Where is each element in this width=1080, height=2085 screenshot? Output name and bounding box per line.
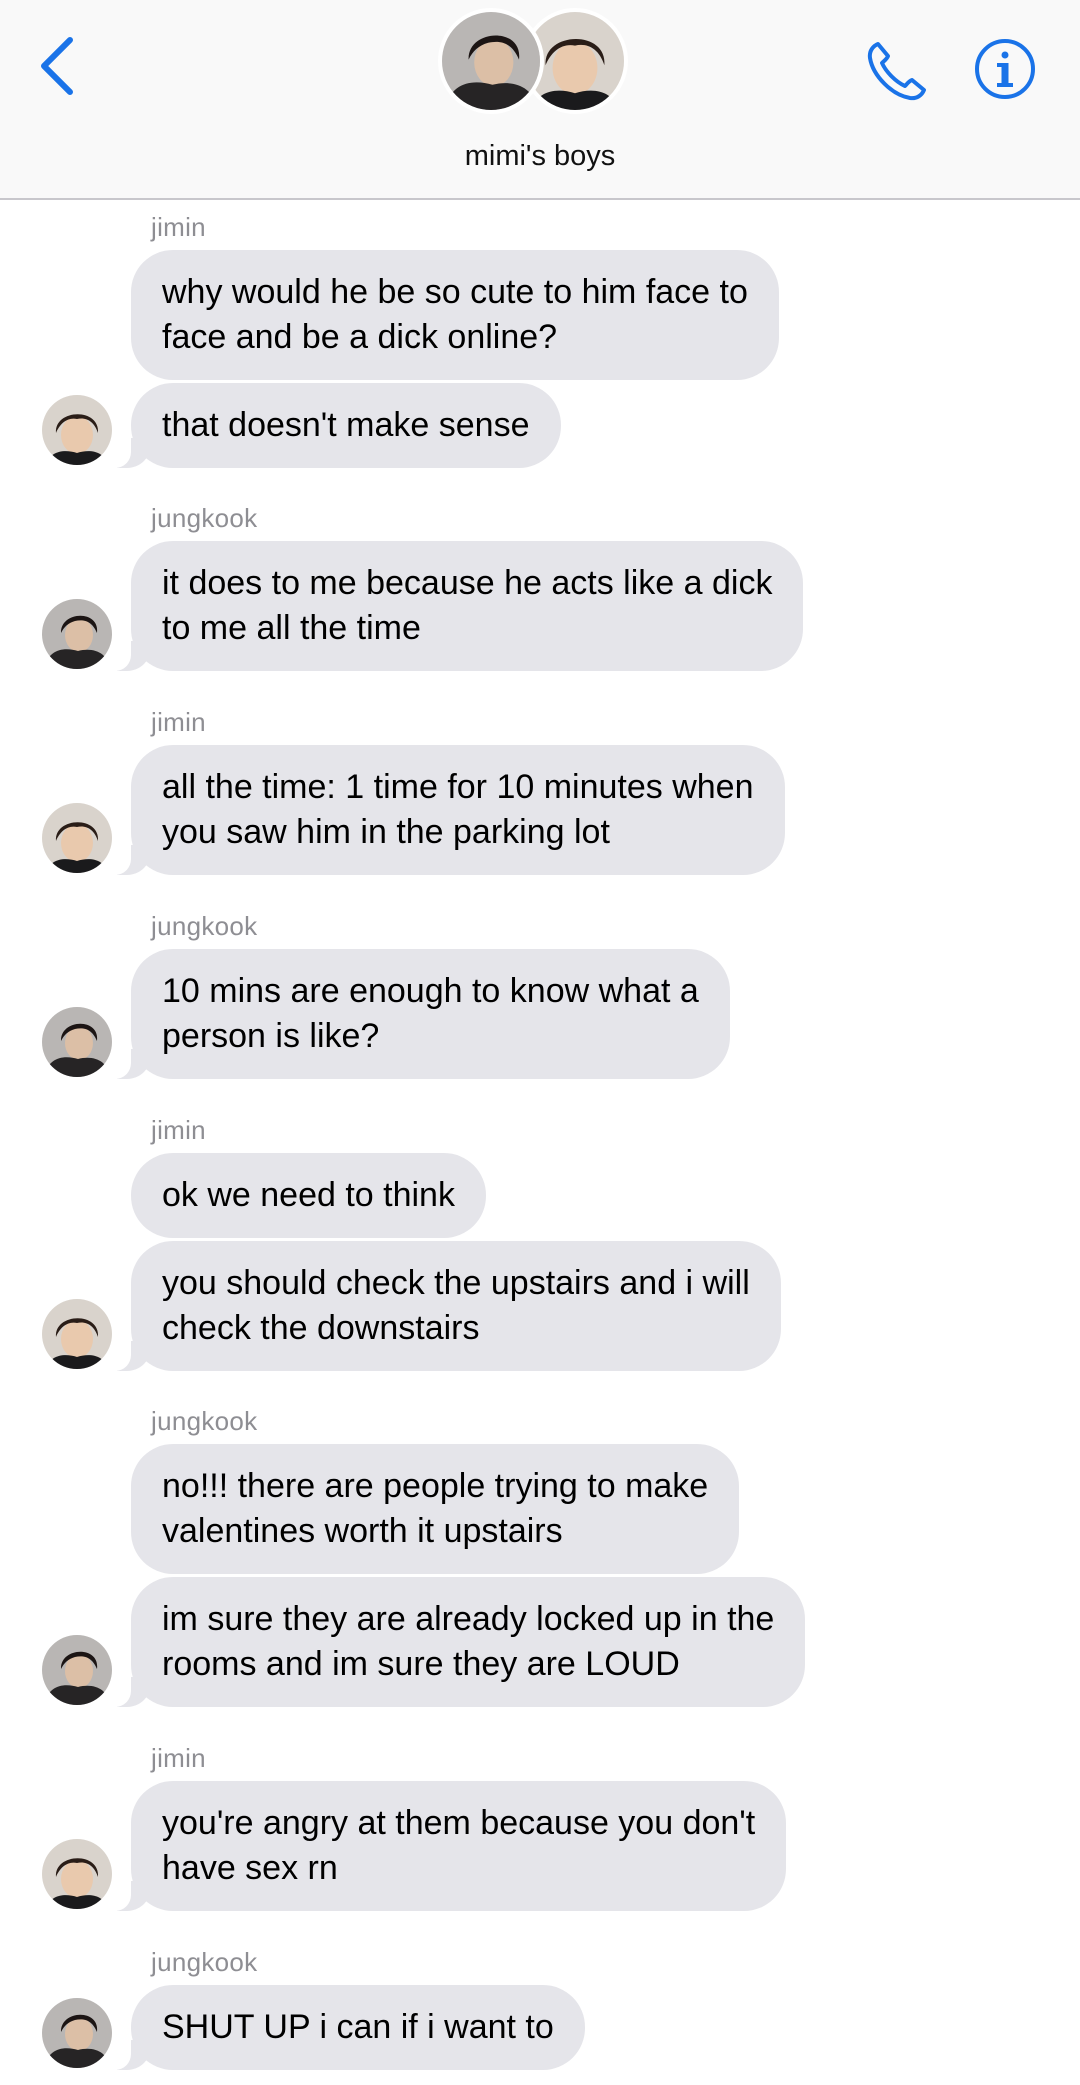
phone-icon [867, 42, 926, 101]
avatar-jungkook [42, 1998, 112, 2068]
avatar-jungkook [42, 1635, 112, 1705]
message-bubble[interactable]: all the time: 1 time for 10 minutes when… [107, 745, 785, 875]
chevron-left-icon [41, 37, 73, 95]
sender-name: jimin [151, 212, 206, 242]
back-button[interactable] [34, 34, 84, 98]
message-bubble[interactable]: you're angry at them because you don't h… [106, 1781, 787, 1911]
sender-name: jimin [151, 707, 206, 737]
avatar-jimin [42, 1299, 112, 1369]
info-icon [975, 39, 1035, 99]
message-bubble[interactable]: 10 mins are enough to know what a person… [107, 949, 730, 1079]
sender-name: jimin [151, 1743, 206, 1773]
message-bubble[interactable]: you should check the upstairs and i will… [107, 1241, 781, 1371]
avatar-jimin [42, 395, 112, 465]
info-button[interactable] [974, 38, 1036, 100]
avatar-jimin [42, 803, 112, 873]
avatar-jungkook [42, 1007, 112, 1077]
chat-header: mimi's boys [0, 0, 1080, 200]
message-bubble[interactable]: im sure they are already locked up in th… [106, 1577, 806, 1707]
group-avatar[interactable] [438, 4, 638, 120]
message-bubble[interactable]: no!!! there are people trying to make va… [131, 1444, 740, 1574]
sender-name: jimin [151, 1115, 206, 1145]
sender-name: jungkook [151, 911, 258, 941]
sender-name: jungkook [151, 503, 258, 533]
message-bubble[interactable]: why would he be so cute to him face to f… [131, 250, 779, 380]
message-bubble[interactable]: SHUT UP i can if i want to [107, 1985, 585, 2070]
group-name[interactable]: mimi's boys [0, 140, 1080, 173]
sender-name: jungkook [151, 1406, 258, 1436]
member-avatar-jungkook [438, 8, 544, 114]
avatar-jimin [42, 1839, 112, 1909]
message-bubble[interactable]: that doesn't make sense [107, 383, 561, 468]
avatar-jungkook [42, 599, 112, 669]
message-bubble[interactable]: ok we need to think [131, 1153, 486, 1238]
call-button[interactable] [862, 36, 932, 106]
message-bubble[interactable]: it does to me because he acts like a dic… [106, 541, 804, 671]
sender-name: jungkook [151, 1947, 258, 1977]
